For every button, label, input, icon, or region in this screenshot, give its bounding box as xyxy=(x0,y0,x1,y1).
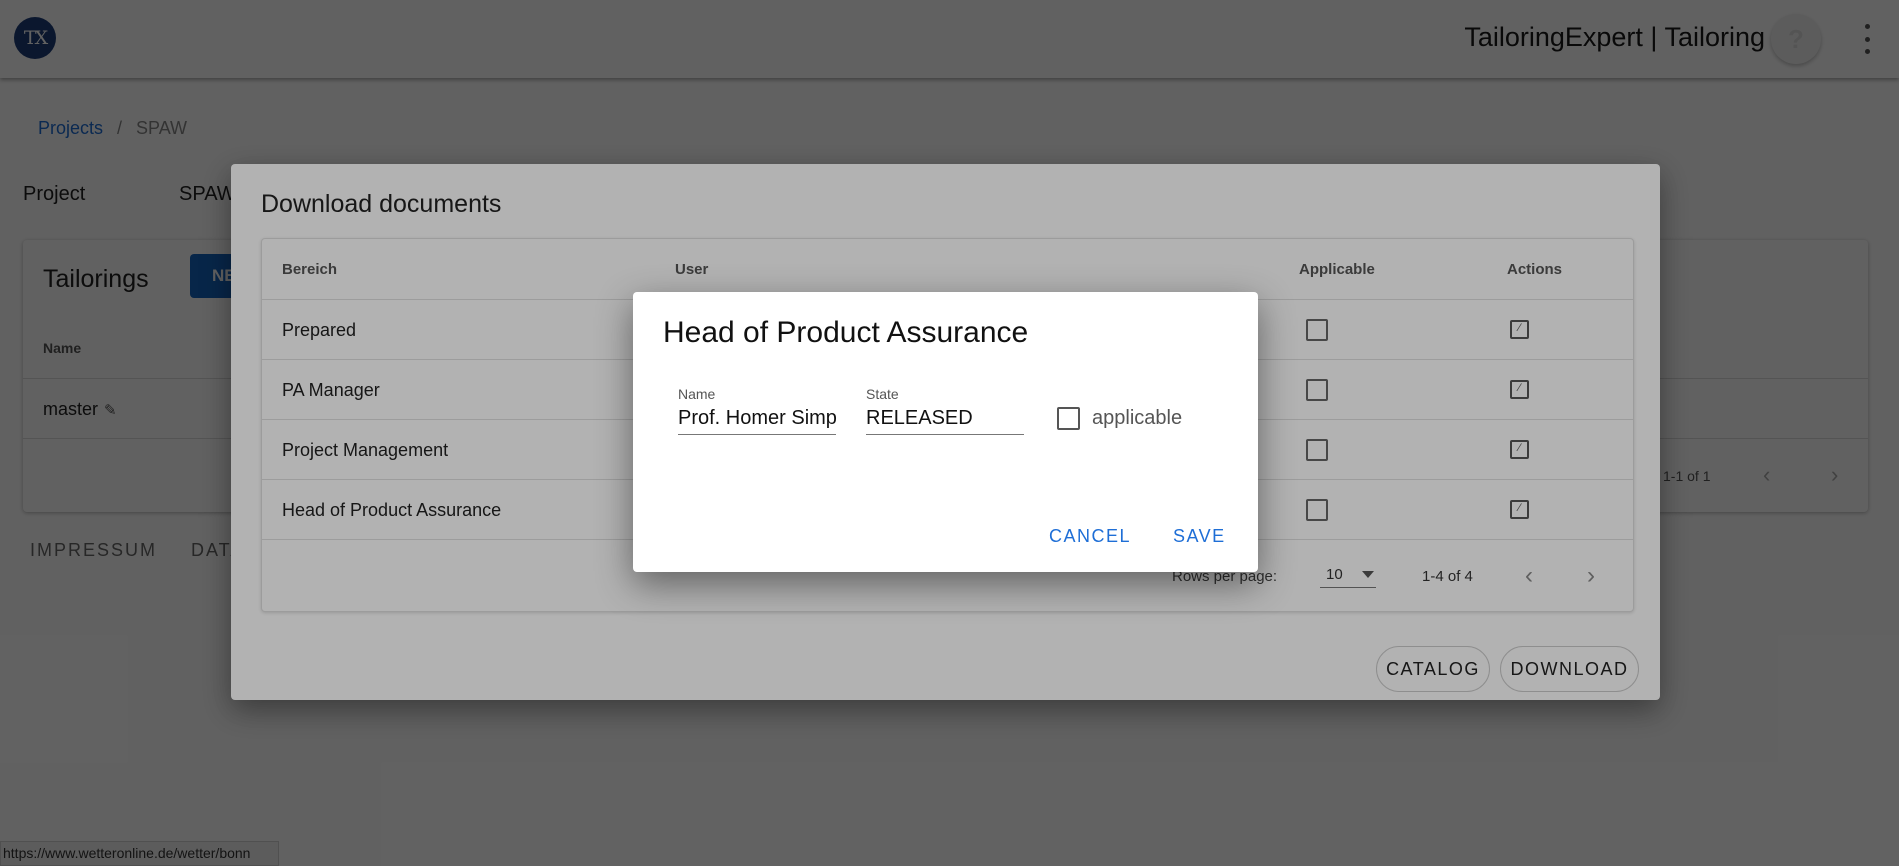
applicable-checkbox-control[interactable]: applicable xyxy=(1057,407,1182,430)
state-label: State xyxy=(866,386,899,402)
applicable-checkbox[interactable] xyxy=(1057,407,1080,430)
dialog-title: Head of Product Assurance xyxy=(663,316,1029,349)
save-button[interactable]: SAVE xyxy=(1173,526,1226,547)
name-field[interactable]: Name Prof. Homer Simp xyxy=(678,386,836,435)
cancel-button[interactable]: CANCEL xyxy=(1049,526,1131,547)
state-input[interactable]: RELEASED xyxy=(866,404,1024,435)
state-field[interactable]: State RELEASED xyxy=(866,386,1024,435)
applicable-label: applicable xyxy=(1092,407,1183,429)
name-input[interactable]: Prof. Homer Simp xyxy=(678,404,836,435)
edit-signature-dialog: Head of Product Assurance Name Prof. Hom… xyxy=(633,292,1258,572)
name-label: Name xyxy=(678,386,716,402)
